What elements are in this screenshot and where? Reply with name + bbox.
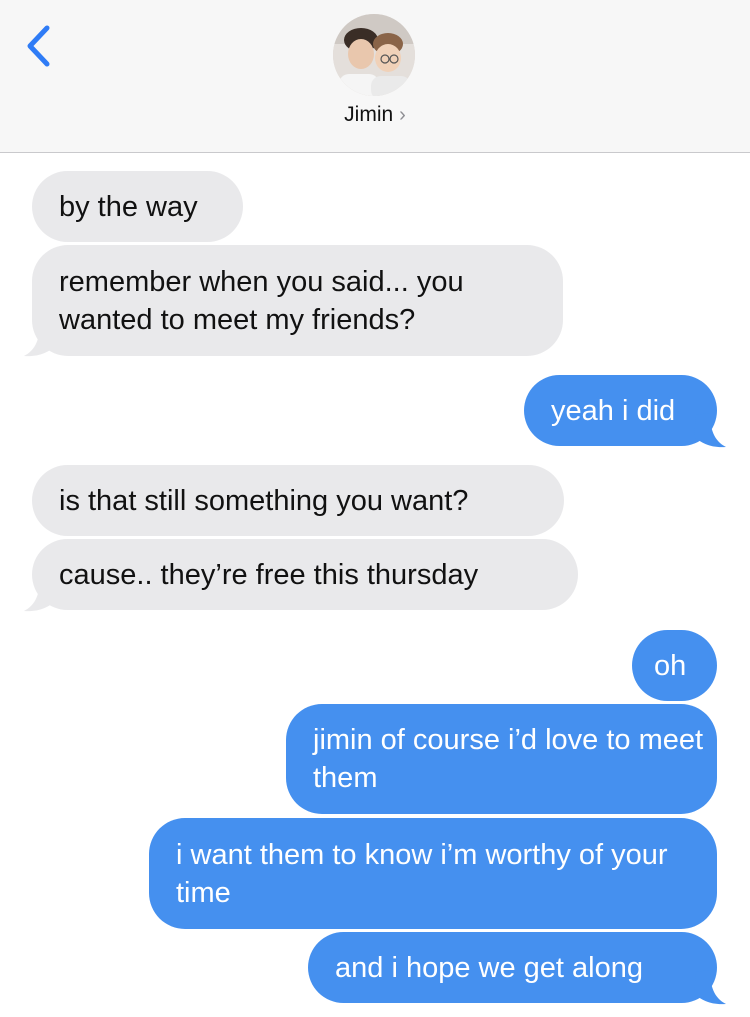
message-text: i want them to know i’m worthy of your t… — [176, 838, 668, 909]
back-button[interactable] — [20, 22, 60, 72]
message-text: by the way — [59, 190, 198, 223]
message-bubble-outgoing[interactable]: yeah i did — [524, 375, 717, 446]
message-bubble-outgoing[interactable]: and i hope we get along — [308, 932, 717, 1003]
contact-name-button[interactable]: Jimin › — [0, 103, 750, 127]
message-bubble-incoming[interactable]: is that still something you want? — [32, 465, 564, 536]
message-bubble-incoming[interactable]: cause.. they’re free this thursday — [32, 539, 578, 610]
chevron-right-icon: › — [399, 104, 406, 126]
contact-avatar[interactable] — [333, 14, 415, 96]
conversation-header: Jimin › — [0, 0, 750, 153]
bubble-tail — [24, 322, 56, 357]
message-bubble-incoming[interactable]: remember when you said... you wanted to … — [32, 245, 563, 356]
message-text: cause.. they’re free this thursday — [59, 558, 479, 591]
avatar-photo — [333, 14, 415, 96]
message-text: is that still something you want? — [59, 484, 469, 517]
chevron-left-icon — [27, 25, 50, 67]
message-bubble-outgoing[interactable]: i want them to know i’m worthy of your t… — [149, 818, 717, 929]
bubble-tail — [694, 413, 726, 448]
bubble-tail — [694, 970, 726, 1005]
message-bubble-outgoing[interactable]: jimin of course i’d love to meet them — [286, 704, 717, 814]
message-bubble-outgoing[interactable]: oh — [632, 630, 717, 701]
message-text: and i hope we get along — [335, 951, 643, 984]
message-text: remember when you said... you wanted to … — [59, 265, 464, 336]
bubble-tail — [24, 577, 56, 612]
message-text: oh — [654, 649, 687, 682]
message-text: jimin of course i’d love to meet them — [313, 724, 704, 794]
message-bubble-incoming[interactable]: by the way — [32, 171, 243, 242]
contact-name: Jimin — [344, 103, 394, 126]
